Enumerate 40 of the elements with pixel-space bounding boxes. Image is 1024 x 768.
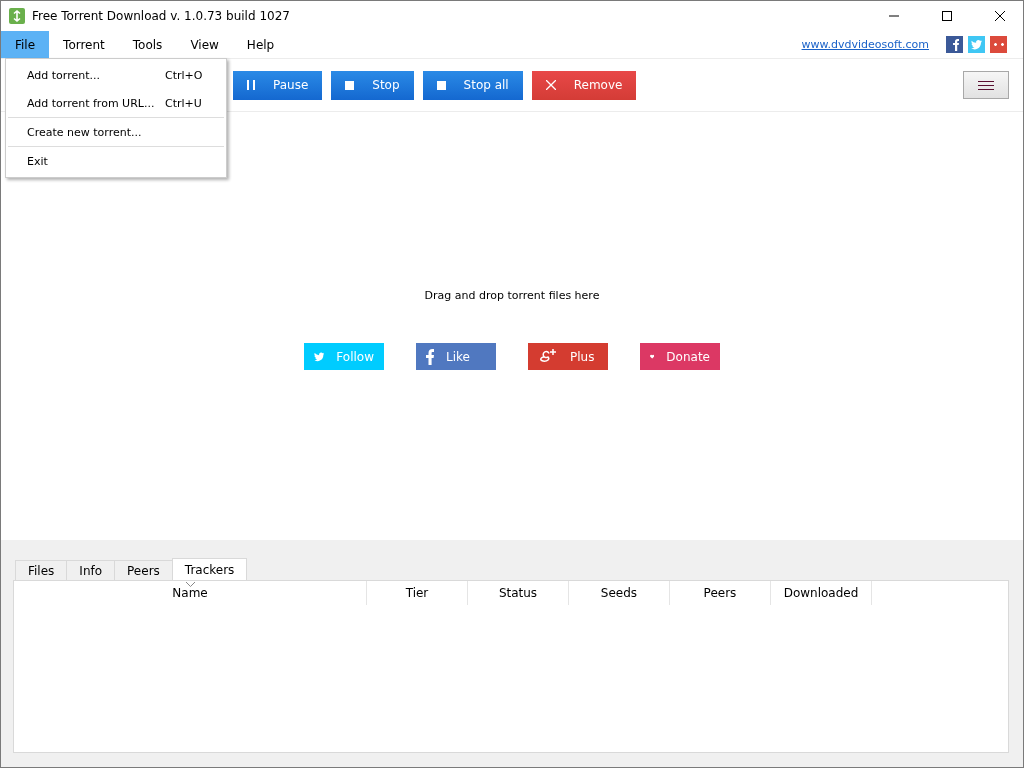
column-header[interactable]: Name <box>172 586 208 600</box>
tab[interactable]: Trackers <box>171 558 248 580</box>
stop-button[interactable]: Stop all <box>422 70 523 100</box>
column-header[interactable]: Seeds <box>600 586 638 600</box>
menu-item[interactable]: View <box>176 31 233 58</box>
menu-entry[interactable]: Add torrent... <box>27 68 165 82</box>
stop-button[interactable]: Stop <box>331 70 414 100</box>
column-header[interactable]: Status <box>498 586 538 600</box>
social-button[interactable]: Plus <box>528 343 608 370</box>
app-logo-icon <box>9 8 25 24</box>
menu-item[interactable]: Help <box>232 31 289 58</box>
facebook-icon[interactable] <box>946 36 963 53</box>
drop-hint: Drag and drop torrent files here <box>424 289 600 302</box>
menu-entry[interactable]: Add torrent from URL... <box>27 96 165 110</box>
menu-icon <box>978 80 994 90</box>
menu-entry[interactable]: Create new torrent... <box>27 125 165 139</box>
shortcut-text: Ctrl+O <box>165 68 203 82</box>
menu-button[interactable] <box>963 71 1009 99</box>
shortcut-text: Ctrl+U <box>165 96 202 110</box>
column-header[interactable]: Peers <box>703 586 737 600</box>
website-link[interactable]: www.dvdvideosoft.com <box>801 38 929 51</box>
social-button[interactable]: Like <box>416 343 496 370</box>
facebook-icon <box>426 348 434 365</box>
close-icon <box>545 80 556 90</box>
menu-item[interactable]: File <box>1 31 50 58</box>
tab[interactable]: Files <box>15 560 68 580</box>
pause-icon <box>247 80 255 90</box>
remove-button[interactable]: Remove <box>531 70 637 100</box>
close-icon <box>995 11 1005 21</box>
window-title: Free Torrent Download v. 1.0.73 build 1027 <box>32 9 291 23</box>
pause-button[interactable]: Pause <box>233 70 323 100</box>
menu-item[interactable]: Tools <box>118 31 177 58</box>
column-header[interactable]: Downloaded <box>783 586 859 600</box>
maximize-icon <box>942 11 952 21</box>
stop-icon <box>345 80 355 90</box>
column-header[interactable]: Tier <box>405 586 429 600</box>
menu-entry[interactable]: Exit <box>27 154 165 168</box>
stop-icon <box>436 80 446 90</box>
menu-item[interactable]: Torrent <box>49 31 119 58</box>
donate-button[interactable]: Donate <box>640 343 720 370</box>
